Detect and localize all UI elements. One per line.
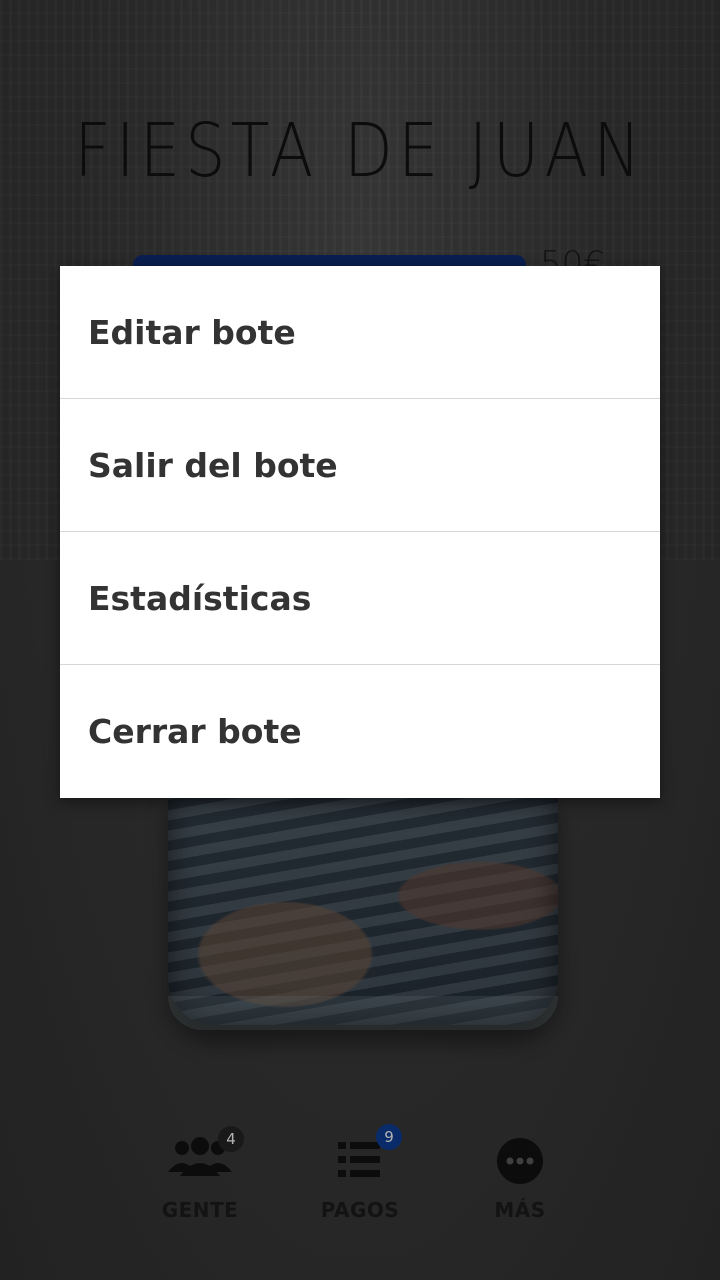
options-menu: Editar bote Salir del bote Estadísticas … [60, 266, 660, 798]
menu-item-cerrar-bote[interactable]: Cerrar bote [60, 665, 660, 798]
menu-item-editar-bote[interactable]: Editar bote [60, 266, 660, 399]
menu-item-salir-del-bote[interactable]: Salir del bote [60, 399, 660, 532]
menu-item-estadisticas[interactable]: Estadísticas [60, 532, 660, 665]
